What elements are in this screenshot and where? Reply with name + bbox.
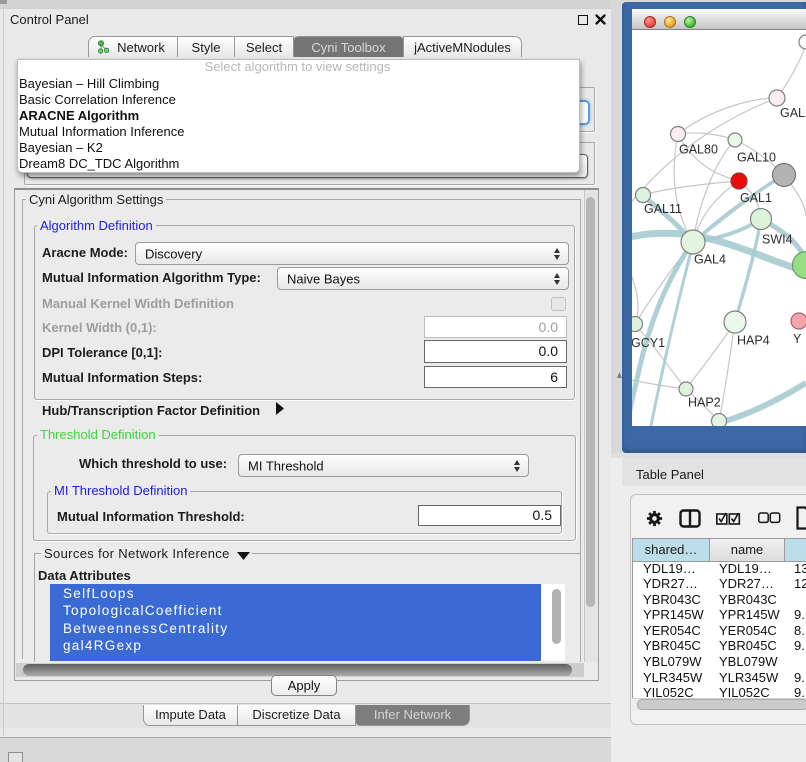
svg-text:Y: Y bbox=[793, 332, 802, 346]
svg-text:GAL2: GAL2 bbox=[780, 106, 806, 120]
svg-text:HAP2: HAP2 bbox=[688, 396, 721, 410]
svg-text:GAL10: GAL10 bbox=[737, 151, 776, 165]
svg-text:GCY1: GCY1 bbox=[632, 336, 665, 350]
svg-text:GAL1: GAL1 bbox=[740, 191, 772, 205]
svg-text:HAP4: HAP4 bbox=[737, 334, 770, 348]
svg-text:GAL80: GAL80 bbox=[679, 143, 718, 157]
svg-text:GAL11: GAL11 bbox=[644, 202, 682, 216]
svg-text:GAL4: GAL4 bbox=[694, 253, 726, 267]
svg-text:SWI4: SWI4 bbox=[762, 233, 793, 247]
